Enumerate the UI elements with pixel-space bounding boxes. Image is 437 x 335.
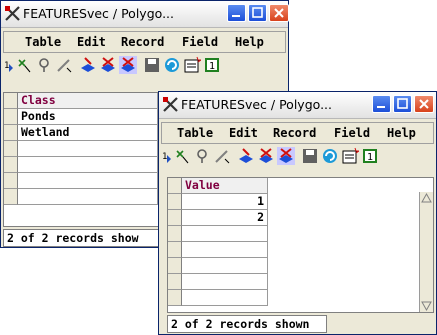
- table-view-icon[interactable]: [277, 147, 295, 165]
- edit-tool-icon[interactable]: [55, 56, 73, 74]
- status-bar: 2 of 2 records shown: [167, 315, 327, 333]
- maximize-button[interactable]: [248, 4, 267, 22]
- scroll-down-arrow-icon[interactable]: [420, 300, 433, 312]
- menu-edit[interactable]: Edit: [77, 35, 106, 49]
- table-cell[interactable]: [182, 274, 268, 290]
- query-tool-icon[interactable]: [35, 56, 53, 74]
- status-bar: 2 of 2 records show: [3, 229, 163, 247]
- row-header[interactable]: [168, 210, 182, 226]
- maximize-button[interactable]: [393, 95, 412, 113]
- table-cell[interactable]: [182, 290, 268, 306]
- toolbar: 1 1: [161, 147, 434, 167]
- save-icon[interactable]: [143, 56, 161, 74]
- front-window: FEATURESvec / Polygo... Table Edit Recor…: [158, 91, 437, 335]
- minimize-button[interactable]: [227, 4, 246, 22]
- front-window-titlebar[interactable]: FEATURESvec / Polygo...: [159, 92, 436, 119]
- close-button[interactable]: [414, 95, 434, 113]
- menu-table[interactable]: Table: [25, 35, 61, 49]
- add-multiple-icon[interactable]: [257, 147, 275, 165]
- menu-help[interactable]: Help: [235, 35, 264, 49]
- app-icon: [163, 97, 178, 112]
- refresh-icon[interactable]: [321, 147, 339, 165]
- menu-record[interactable]: Record: [273, 126, 316, 140]
- table-cell[interactable]: Wetland: [18, 125, 158, 141]
- add-multiple-icon[interactable]: [99, 56, 117, 74]
- column-header-class[interactable]: Class: [18, 93, 158, 109]
- row-header[interactable]: [168, 274, 182, 290]
- column-header-value[interactable]: Value: [182, 178, 268, 194]
- scroll-up-arrow-icon[interactable]: [420, 192, 433, 204]
- row-header[interactable]: [4, 189, 18, 205]
- svg-text:1: 1: [209, 61, 215, 72]
- edit-tool-icon[interactable]: [213, 147, 231, 165]
- back-window-titlebar[interactable]: FEATURESvec / Polygo...: [1, 1, 289, 28]
- select-tool-icon[interactable]: [15, 56, 33, 74]
- row-header[interactable]: [168, 258, 182, 274]
- table-cell[interactable]: 2: [182, 210, 268, 226]
- first-record-icon[interactable]: 1: [161, 147, 173, 165]
- row-header[interactable]: [168, 194, 182, 210]
- row-header[interactable]: [4, 157, 18, 173]
- add-record-icon[interactable]: [79, 56, 97, 74]
- new-table-icon[interactable]: [341, 147, 359, 165]
- refresh-icon[interactable]: [163, 56, 181, 74]
- svg-text:1: 1: [4, 61, 9, 71]
- row-header[interactable]: [168, 290, 182, 306]
- table-cell[interactable]: [18, 141, 158, 157]
- new-table-icon[interactable]: [183, 56, 201, 74]
- row-header[interactable]: [4, 173, 18, 189]
- save-icon[interactable]: [301, 147, 319, 165]
- row-header[interactable]: [4, 125, 18, 141]
- select-tool-icon[interactable]: [173, 147, 191, 165]
- menu-help[interactable]: Help: [387, 126, 416, 140]
- minimize-button[interactable]: [372, 95, 391, 113]
- menu-record[interactable]: Record: [121, 35, 164, 49]
- menubar: Table Edit Record Field Help: [161, 122, 434, 144]
- table-cell[interactable]: Ponds: [18, 109, 158, 125]
- single-record-icon[interactable]: 1: [361, 147, 379, 165]
- first-record-icon[interactable]: 1: [3, 56, 15, 74]
- menu-field[interactable]: Field: [182, 35, 218, 49]
- menu-edit[interactable]: Edit: [229, 126, 258, 140]
- row-header[interactable]: [168, 242, 182, 258]
- window-title: FEATURESvec / Polygo...: [181, 97, 332, 112]
- window-title: FEATURESvec / Polygo...: [23, 6, 174, 21]
- row-header[interactable]: [168, 226, 182, 242]
- svg-text:1: 1: [162, 152, 167, 162]
- table-cell[interactable]: [182, 258, 268, 274]
- row-header[interactable]: [4, 109, 18, 125]
- add-record-icon[interactable]: [237, 147, 255, 165]
- query-tool-icon[interactable]: [193, 147, 211, 165]
- table-cell[interactable]: 1: [182, 194, 268, 210]
- attribute-table: Value 1 2: [167, 177, 434, 313]
- table-view-icon[interactable]: [119, 56, 137, 74]
- menu-table[interactable]: Table: [177, 126, 213, 140]
- corner-header: [168, 178, 182, 194]
- corner-header: [4, 93, 18, 109]
- single-record-icon[interactable]: 1: [203, 56, 221, 74]
- table-cell[interactable]: [18, 157, 158, 173]
- table-cell[interactable]: [182, 226, 268, 242]
- toolbar: 1 1: [3, 56, 286, 76]
- close-button[interactable]: [269, 4, 289, 22]
- menubar: Table Edit Record Field Help: [3, 31, 286, 53]
- row-header[interactable]: [4, 141, 18, 157]
- table-cell[interactable]: [182, 242, 268, 258]
- table-cell[interactable]: [18, 173, 158, 189]
- app-icon: [5, 6, 20, 21]
- vertical-scrollbar[interactable]: [419, 192, 433, 312]
- svg-text:1: 1: [367, 152, 373, 163]
- menu-field[interactable]: Field: [334, 126, 370, 140]
- table-cell[interactable]: [18, 189, 158, 205]
